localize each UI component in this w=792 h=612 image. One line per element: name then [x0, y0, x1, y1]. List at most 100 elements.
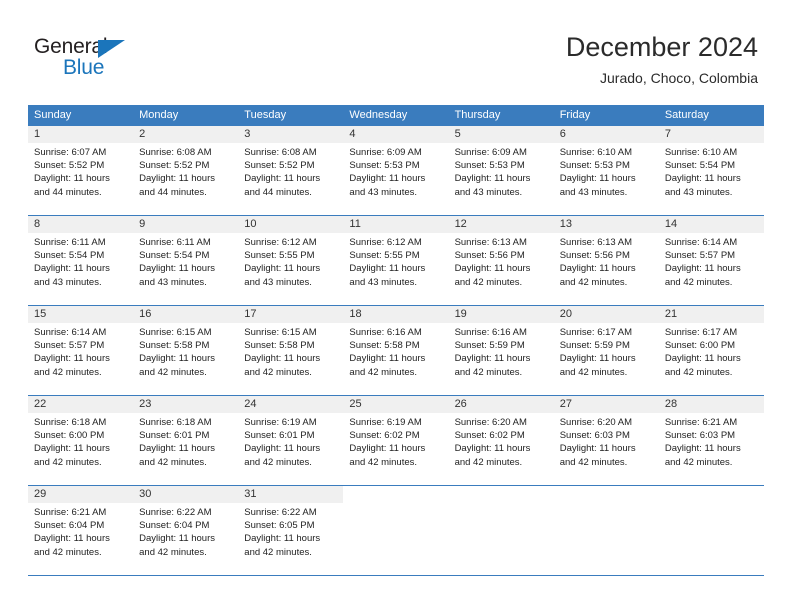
- week-row: 1 Sunrise: 6:07 AM Sunset: 5:52 PM Dayli…: [28, 125, 764, 215]
- sunset-text: Sunset: 6:00 PM: [664, 340, 736, 352]
- day-cell[interactable]: 19 Sunrise: 6:16 AM Sunset: 5:59 PM Dayl…: [448, 306, 554, 395]
- daylight-text-line1: Daylight: 11 hours: [244, 173, 321, 185]
- page-title: December 2024: [565, 32, 758, 62]
- sunset-text: Sunset: 5:54 PM: [34, 250, 105, 262]
- day-cell[interactable]: 16 Sunrise: 6:15 AM Sunset: 5:58 PM Dayl…: [133, 306, 239, 395]
- day-details: Sunrise: 6:16 AM Sunset: 5:59 PM Dayligh…: [449, 323, 554, 379]
- day-cell[interactable]: 14 Sunrise: 6:14 AM Sunset: 5:57 PM Dayl…: [658, 216, 764, 305]
- day-cell[interactable]: 30 Sunrise: 6:22 AM Sunset: 6:04 PM Dayl…: [133, 486, 239, 575]
- daylight-text-line1: Daylight: 11 hours: [559, 263, 636, 275]
- daylight-text-line1: Daylight: 11 hours: [139, 353, 216, 365]
- day-number: 24: [238, 396, 344, 413]
- day-number: 4: [343, 126, 449, 143]
- day-number: 16: [133, 306, 239, 323]
- page-header: General Blue December 2024 Jurado, Choco…: [0, 0, 792, 100]
- week-row: 22 Sunrise: 6:18 AM Sunset: 6:00 PM Dayl…: [28, 395, 764, 485]
- day-cell[interactable]: 22 Sunrise: 6:18 AM Sunset: 6:00 PM Dayl…: [28, 396, 134, 485]
- sunset-text: Sunset: 6:01 PM: [244, 430, 315, 442]
- day-cell[interactable]: 10 Sunrise: 6:12 AM Sunset: 5:55 PM Dayl…: [238, 216, 344, 305]
- day-number: 28: [658, 396, 764, 413]
- sunset-text: Sunset: 6:03 PM: [664, 430, 736, 442]
- daylight-text-line1: Daylight: 11 hours: [454, 443, 531, 455]
- day-details: Sunrise: 6:09 AM Sunset: 5:53 PM Dayligh…: [343, 143, 448, 199]
- logo-text-general: General: [34, 35, 108, 58]
- day-details: Sunrise: 6:18 AM Sunset: 6:00 PM Dayligh…: [28, 413, 133, 469]
- day-number: 5: [448, 126, 554, 143]
- sunrise-text: Sunrise: 6:12 AM: [244, 237, 317, 248]
- sunset-text: Sunset: 6:05 PM: [244, 520, 315, 532]
- sunrise-text: Sunrise: 6:12 AM: [349, 237, 422, 248]
- daylight-text-line1: Daylight: 11 hours: [349, 173, 426, 185]
- day-cell[interactable]: 21 Sunrise: 6:17 AM Sunset: 6:00 PM Dayl…: [658, 306, 764, 395]
- sunrise-text: Sunrise: 6:14 AM: [34, 327, 107, 338]
- day-cell[interactable]: 31 Sunrise: 6:22 AM Sunset: 6:05 PM Dayl…: [238, 486, 344, 575]
- logo-text-blue: Blue: [63, 56, 105, 79]
- sunset-text: Sunset: 5:52 PM: [34, 160, 105, 172]
- weekday-header-tuesday: Tuesday: [244, 109, 287, 121]
- day-details: Sunrise: 6:11 AM Sunset: 5:54 PM Dayligh…: [28, 233, 133, 289]
- sunset-text: Sunset: 5:55 PM: [244, 250, 315, 262]
- sunset-text: Sunset: 5:53 PM: [559, 160, 630, 172]
- day-cell[interactable]: 6 Sunrise: 6:10 AM Sunset: 5:53 PM Dayli…: [553, 126, 659, 215]
- daylight-text-line2: and 42 minutes.: [139, 546, 207, 558]
- day-details: Sunrise: 6:20 AM Sunset: 6:03 PM Dayligh…: [554, 413, 659, 469]
- day-cell[interactable]: 23 Sunrise: 6:18 AM Sunset: 6:01 PM Dayl…: [133, 396, 239, 485]
- day-cell[interactable]: 2 Sunrise: 6:08 AM Sunset: 5:52 PM Dayli…: [133, 126, 239, 215]
- daylight-text-line2: and 42 minutes.: [34, 456, 102, 468]
- day-details: Sunrise: 6:15 AM Sunset: 5:58 PM Dayligh…: [133, 323, 238, 379]
- day-cell[interactable]: 4 Sunrise: 6:09 AM Sunset: 5:53 PM Dayli…: [343, 126, 449, 215]
- sunrise-text: Sunrise: 6:13 AM: [559, 237, 633, 248]
- day-number: [343, 486, 449, 503]
- day-cell[interactable]: 3 Sunrise: 6:08 AM Sunset: 5:52 PM Dayli…: [238, 126, 344, 215]
- day-cell[interactable]: 26 Sunrise: 6:20 AM Sunset: 6:02 PM Dayl…: [448, 396, 554, 485]
- daylight-text-line2: and 44 minutes.: [244, 186, 312, 198]
- day-cell[interactable]: 25 Sunrise: 6:19 AM Sunset: 6:02 PM Dayl…: [343, 396, 449, 485]
- sunrise-text: Sunrise: 6:08 AM: [139, 147, 212, 158]
- day-cell[interactable]: 28 Sunrise: 6:21 AM Sunset: 6:03 PM Dayl…: [658, 396, 764, 485]
- weekday-header-sunday: Sunday: [34, 109, 72, 121]
- sunset-text: Sunset: 5:53 PM: [454, 160, 525, 172]
- day-details: Sunrise: 6:17 AM Sunset: 5:59 PM Dayligh…: [554, 323, 659, 379]
- day-cell[interactable]: 27 Sunrise: 6:20 AM Sunset: 6:03 PM Dayl…: [553, 396, 659, 485]
- sunrise-text: Sunrise: 6:09 AM: [349, 147, 422, 158]
- weekday-header-row: Sunday Monday Tuesday Wednesday Thursday…: [28, 105, 764, 125]
- sunrise-text: Sunrise: 6:19 AM: [244, 417, 317, 428]
- day-cell[interactable]: 24 Sunrise: 6:19 AM Sunset: 6:01 PM Dayl…: [238, 396, 344, 485]
- day-cell[interactable]: 17 Sunrise: 6:15 AM Sunset: 5:58 PM Dayl…: [238, 306, 344, 395]
- sunrise-text: Sunrise: 6:16 AM: [454, 327, 527, 338]
- daylight-text-line1: Daylight: 11 hours: [559, 173, 636, 185]
- day-cell[interactable]: 20 Sunrise: 6:17 AM Sunset: 5:59 PM Dayl…: [553, 306, 659, 395]
- day-cell[interactable]: 7 Sunrise: 6:10 AM Sunset: 5:54 PM Dayli…: [658, 126, 764, 215]
- day-cell[interactable]: 15 Sunrise: 6:14 AM Sunset: 5:57 PM Dayl…: [28, 306, 134, 395]
- day-details: Sunrise: 6:11 AM Sunset: 5:54 PM Dayligh…: [133, 233, 238, 289]
- day-details: Sunrise: 6:07 AM Sunset: 5:52 PM Dayligh…: [28, 143, 133, 199]
- sunset-text: Sunset: 5:55 PM: [349, 250, 420, 262]
- title-block: December 2024 Jurado, Choco, Colombia: [566, 30, 758, 87]
- day-details: Sunrise: 6:13 AM Sunset: 5:56 PM Dayligh…: [449, 233, 554, 289]
- sunrise-text: Sunrise: 6:18 AM: [139, 417, 212, 428]
- daylight-text-line2: and 43 minutes.: [34, 276, 102, 288]
- day-cell[interactable]: 1 Sunrise: 6:07 AM Sunset: 5:52 PM Dayli…: [28, 126, 134, 215]
- day-details: Sunrise: 6:22 AM Sunset: 6:05 PM Dayligh…: [238, 503, 343, 559]
- day-cell[interactable]: 29 Sunrise: 6:21 AM Sunset: 6:04 PM Dayl…: [28, 486, 134, 575]
- day-details: Sunrise: 6:17 AM Sunset: 6:00 PM Dayligh…: [659, 323, 764, 379]
- day-number: 25: [343, 396, 449, 413]
- day-cell[interactable]: 12 Sunrise: 6:13 AM Sunset: 5:56 PM Dayl…: [448, 216, 554, 305]
- sunrise-text: Sunrise: 6:09 AM: [454, 147, 527, 158]
- general-blue-logo[interactable]: General Blue: [34, 36, 154, 82]
- day-cell[interactable]: 5 Sunrise: 6:09 AM Sunset: 5:53 PM Dayli…: [448, 126, 554, 215]
- week-row: 29 Sunrise: 6:21 AM Sunset: 6:04 PM Dayl…: [28, 485, 764, 576]
- week-row: 8 Sunrise: 6:11 AM Sunset: 5:54 PM Dayli…: [28, 215, 764, 305]
- day-cell[interactable]: 9 Sunrise: 6:11 AM Sunset: 5:54 PM Dayli…: [133, 216, 239, 305]
- day-cell[interactable]: 13 Sunrise: 6:13 AM Sunset: 5:56 PM Dayl…: [553, 216, 659, 305]
- daylight-text-line1: Daylight: 11 hours: [34, 173, 110, 185]
- day-cell[interactable]: 18 Sunrise: 6:16 AM Sunset: 5:58 PM Dayl…: [343, 306, 449, 395]
- day-cell[interactable]: 8 Sunrise: 6:11 AM Sunset: 5:54 PM Dayli…: [28, 216, 134, 305]
- weekday-header-saturday: Saturday: [664, 109, 709, 121]
- daylight-text-line2: and 43 minutes.: [349, 276, 418, 288]
- daylight-text-line1: Daylight: 11 hours: [349, 353, 426, 365]
- sunset-text: Sunset: 5:56 PM: [454, 250, 525, 262]
- sunrise-text: Sunrise: 6:11 AM: [34, 237, 106, 248]
- day-number: 31: [238, 486, 344, 503]
- day-cell[interactable]: 11 Sunrise: 6:12 AM Sunset: 5:55 PM Dayl…: [343, 216, 449, 305]
